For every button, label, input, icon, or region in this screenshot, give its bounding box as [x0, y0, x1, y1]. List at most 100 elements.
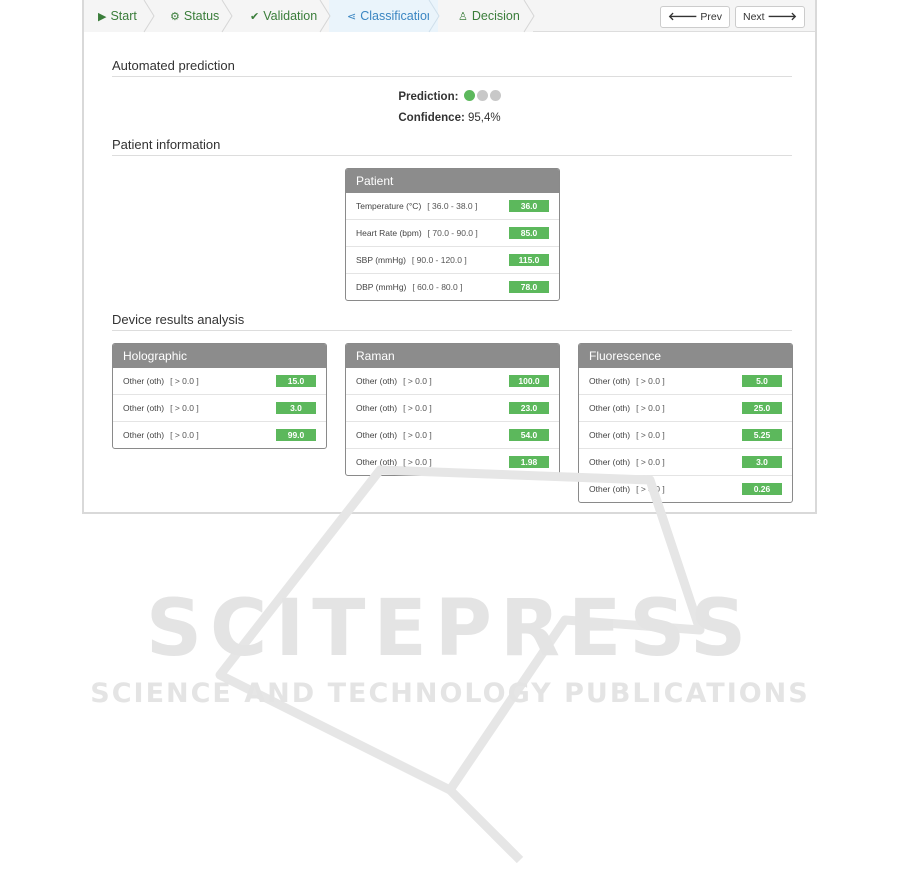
- prev-button[interactable]: 🡐 Prev: [659, 6, 730, 28]
- value-badge: 23.0: [509, 402, 549, 414]
- value-badge: 15.0: [276, 375, 316, 387]
- chevron-separator-icon: [221, 0, 233, 33]
- prediction-dot-inactive: [489, 90, 501, 101]
- value-badge: 100.0: [509, 375, 549, 387]
- value-badge: 54.0: [509, 429, 549, 441]
- panel-title: Patient: [346, 169, 559, 193]
- row-name: Temperature (°C): [356, 201, 422, 211]
- row-label: Other (oth) [ > 0.0 ]: [123, 430, 199, 440]
- prediction-dots: [462, 90, 501, 103]
- row-range: [ > 0.0 ]: [403, 403, 432, 413]
- step-label: Classification: [360, 9, 434, 23]
- row-range: [ > 0.0 ]: [170, 430, 199, 440]
- section-title-devices: Device results analysis: [112, 312, 792, 331]
- chevron-separator-icon: [523, 0, 535, 33]
- step-classification[interactable]: ⋖ Classification: [329, 0, 440, 33]
- wizard-nav: 🡐 Prev Next 🡒: [659, 6, 805, 28]
- next-label: Next: [742, 11, 765, 23]
- fluorescence-panel: Fluorescence Other (oth)[ > 0.0 ] 5.0 Othe…: [578, 343, 793, 503]
- step-start[interactable]: ▶ Start: [84, 0, 155, 33]
- table-row: Other (oth) [ > 0.0 ] 54.0: [346, 421, 559, 448]
- confidence-value: 95,4%: [468, 112, 501, 124]
- value-badge: 36.0: [509, 200, 549, 212]
- wizard-steps: ▶ Start ⚙ Status ✔ Validation ⋖ Classificati…: [84, 0, 535, 33]
- row-label: Other (oth) [ > 0.0 ]: [589, 484, 665, 494]
- value-badge: 99.0: [276, 429, 316, 441]
- row-label: Heart Rate (bpm) [ 70.0 - 90.0 ]: [356, 228, 478, 238]
- row-name: Other (oth): [589, 430, 631, 440]
- row-name: Other (oth): [356, 430, 398, 440]
- row-name: Other (oth): [123, 430, 165, 440]
- row-name: Other (oth): [589, 484, 631, 494]
- row-label: Other (oth) [ > 0.0 ]: [123, 376, 199, 386]
- prediction-dot-inactive: [476, 90, 488, 101]
- device-rows: Other (oth) [ > 0.0 ] 5.0 Other (oth) [ > 0.…: [579, 368, 792, 502]
- table-row: Other (oth) [ > 0.0 ] 99.0: [113, 421, 326, 448]
- row-name: Other (oth): [123, 376, 165, 386]
- step-label: Status: [183, 9, 220, 23]
- row-range: [ > 0.0 ]: [403, 457, 432, 467]
- row-label: SBP (mmHg) [ 90.0 - 120.0 ]: [356, 255, 467, 265]
- row-label: Other (oth) [ > 0.0 ]: [589, 430, 665, 440]
- table-row: Other (oth) [ > 0.0 ] 3.0: [579, 448, 792, 475]
- play-circle-icon: ▶: [98, 11, 107, 23]
- row-name: Other (oth): [356, 403, 398, 413]
- table-row: Other (oth) [ > 0.0 ] 1.98: [346, 448, 559, 475]
- arrow-right-icon: 🡒: [767, 11, 798, 23]
- watermark-subtitle: SCIENCE AND TECHNOLOGY PUBLICATIONS: [90, 678, 809, 709]
- row-label: Other (oth) [ > 0.0 ]: [356, 376, 432, 386]
- step-label: Validation: [263, 9, 318, 23]
- panel-title: Holographic: [113, 344, 326, 368]
- row-range: [ > 0.0 ]: [636, 484, 665, 494]
- row-name: Other (oth): [356, 376, 398, 386]
- next-button[interactable]: Next 🡒: [734, 6, 805, 28]
- watermark-logo-icon: [215, 465, 705, 864]
- row-label: Other (oth) [ > 0.0 ]: [356, 457, 432, 467]
- value-badge: 85.0: [509, 227, 549, 239]
- table-row: Heart Rate (bpm) [ 70.0 - 90.0 ] 85.0: [346, 219, 559, 246]
- prediction-line: Prediction:: [84, 90, 815, 103]
- confidence-label: Confidence:: [398, 112, 465, 124]
- patient-panel: Patient Temperature (°C) [ 36.0 - 38.0 ] 3…: [345, 168, 560, 301]
- row-name: Heart Rate (bpm): [356, 228, 422, 238]
- watermark-title: SCITEPRESS: [146, 584, 754, 674]
- value-badge: 3.0: [276, 402, 316, 414]
- row-range: [ > 0.0 ]: [636, 430, 665, 440]
- value-badge: 1.98: [509, 456, 549, 468]
- chevron-separator-icon: [143, 0, 155, 33]
- row-range: [ > 0.0 ]: [403, 430, 432, 440]
- value-badge: 0.26: [742, 483, 782, 495]
- row-label: Other (oth) [ > 0.0 ]: [589, 376, 665, 386]
- step-status[interactable]: ⚙ Status: [153, 0, 233, 33]
- chevron-separator-icon: [428, 0, 440, 33]
- table-row: Other (oth) [ > 0.0 ] 5.25: [579, 421, 792, 448]
- value-badge: 5.25: [742, 429, 782, 441]
- chevron-separator-icon: [319, 0, 331, 33]
- classification-app: ▶ Start ⚙ Status ✔ Validation ⋖ Classificati…: [82, 0, 817, 514]
- table-row: Other (oth) [ > 0.0 ] 23.0: [346, 394, 559, 421]
- prediction-dot-active: [463, 90, 475, 101]
- row-name: Other (oth): [589, 403, 631, 413]
- row-label: Other (oth) [ > 0.0 ]: [589, 457, 665, 467]
- row-name: Other (oth): [356, 457, 398, 467]
- row-range: [ > 0.0 ]: [636, 376, 665, 386]
- step-validation[interactable]: ✔ Validation: [231, 0, 331, 33]
- check-circle-icon: ✔: [250, 11, 260, 23]
- value-badge: 3.0: [742, 456, 782, 468]
- device-rows: Other (oth) [ > 0.0 ] 100.0 Other (oth) [ > …: [346, 368, 559, 475]
- step-label: Start: [110, 9, 137, 23]
- value-badge: 25.0: [742, 402, 782, 414]
- step-decision[interactable]: ♙ Decision: [438, 0, 535, 33]
- raman-panel: Raman Other (oth)[ > 0.0 ] 100.0 Other (ot…: [345, 343, 560, 476]
- row-range: [ > 0.0 ]: [636, 403, 665, 413]
- row-name: DBP (mmHg): [356, 282, 407, 292]
- table-row: Other (oth) [ > 0.0 ] 3.0: [113, 394, 326, 421]
- holographic-panel: Holographic Other (oth) [ > 0.0 ] 15.0 Othe…: [112, 343, 327, 449]
- section-title-prediction: Automated prediction: [112, 58, 792, 77]
- row-range: [ > 0.0 ]: [403, 376, 432, 386]
- step-label: Decision: [471, 9, 520, 23]
- panel-title: Fluorescence: [579, 344, 792, 368]
- row-name: SBP (mmHg): [356, 255, 406, 265]
- value-badge: 78.0: [509, 281, 549, 293]
- table-row: Other (oth) [ > 0.0 ] 100.0: [346, 368, 559, 394]
